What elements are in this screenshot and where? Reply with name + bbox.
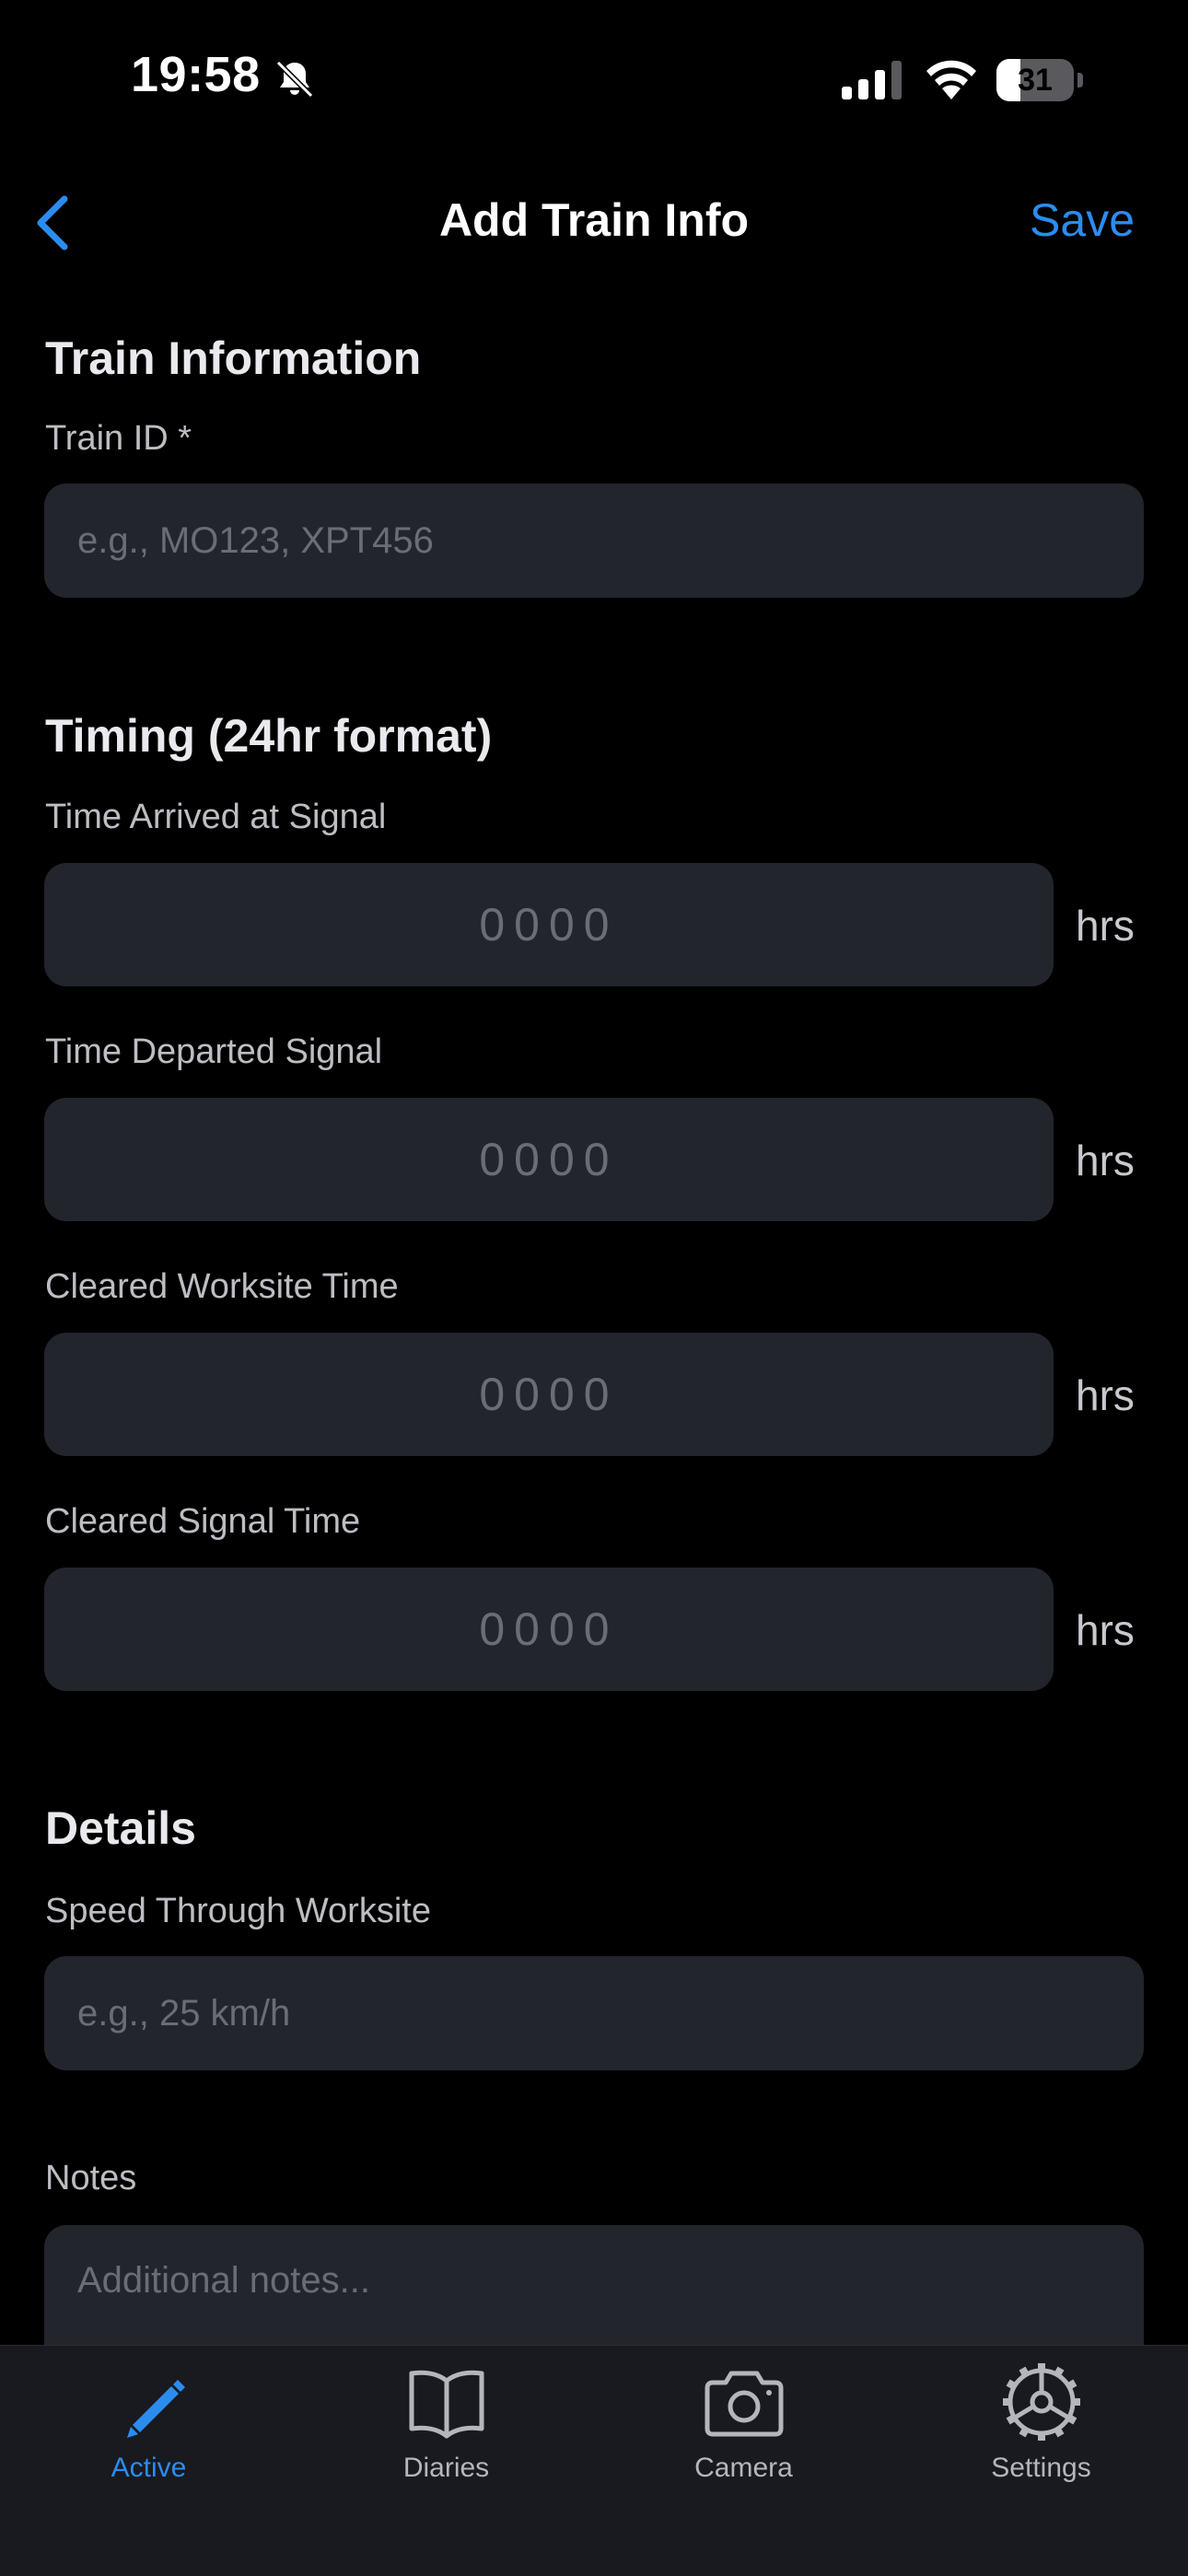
tab-camera[interactable]: Camera [595,2346,892,2530]
save-button[interactable]: Save [1030,193,1135,247]
page-title: Add Train Info [438,194,750,246]
cellular-signal-icon [842,61,902,99]
cleared-signal-label: Cleared Signal Time [45,1502,361,1541]
cleared-signal-unit: hrs [1076,1606,1135,1654]
time-departed-input[interactable]: 0000 [44,1098,1054,1221]
tab-bar: Active Diaries Camera Settings [0,2345,1188,2576]
tab-diaries[interactable]: Diaries [297,2346,595,2530]
battery-indicator: 31 [996,59,1083,101]
tab-active[interactable]: Active [0,2346,297,2530]
camera-icon [705,2371,783,2437]
tab-label-diaries: Diaries [402,2453,490,2483]
cleared-signal-input[interactable]: 0000 [44,1568,1054,1691]
status-time: 19:58 [131,47,261,102]
tab-label-active: Active [111,2453,187,2483]
time-departed-unit: hrs [1076,1136,1135,1184]
section-title-details: Details [45,1802,196,1854]
tab-label-camera: Camera [694,2453,793,2483]
wifi-icon [926,60,976,99]
train-id-input[interactable]: e.g., MO123, XPT456 [44,484,1144,598]
battery-level: 31 [1018,63,1053,98]
section-title-timing: Timing (24hr format) [45,710,493,762]
cleared-worksite-input[interactable]: 0000 [44,1333,1054,1456]
train-id-label: Train ID * [45,419,192,458]
section-title-train-information: Train Information [45,332,422,384]
notes-label: Notes [45,2159,137,2197]
book-icon [409,2370,483,2439]
status-bar: 19:58 31 [0,0,1188,157]
speed-input[interactable]: e.g., 25 km/h [44,1956,1144,2070]
tab-label-settings: Settings [991,2453,1091,2483]
bell-slash-icon [275,60,314,99]
time-arrived-input[interactable]: 0000 [44,863,1054,986]
speed-label: Speed Through Worksite [45,1892,431,1930]
time-arrived-unit: hrs [1076,902,1135,950]
cleared-worksite-unit: hrs [1076,1371,1135,1419]
tab-settings[interactable]: Settings [892,2346,1188,2530]
time-departed-label: Time Departed Signal [45,1032,383,1071]
cleared-worksite-label: Cleared Worksite Time [45,1267,399,1306]
pencil-icon [126,2380,185,2438]
gear-icon [1002,2363,1080,2441]
time-arrived-label: Time Arrived at Signal [45,798,387,836]
